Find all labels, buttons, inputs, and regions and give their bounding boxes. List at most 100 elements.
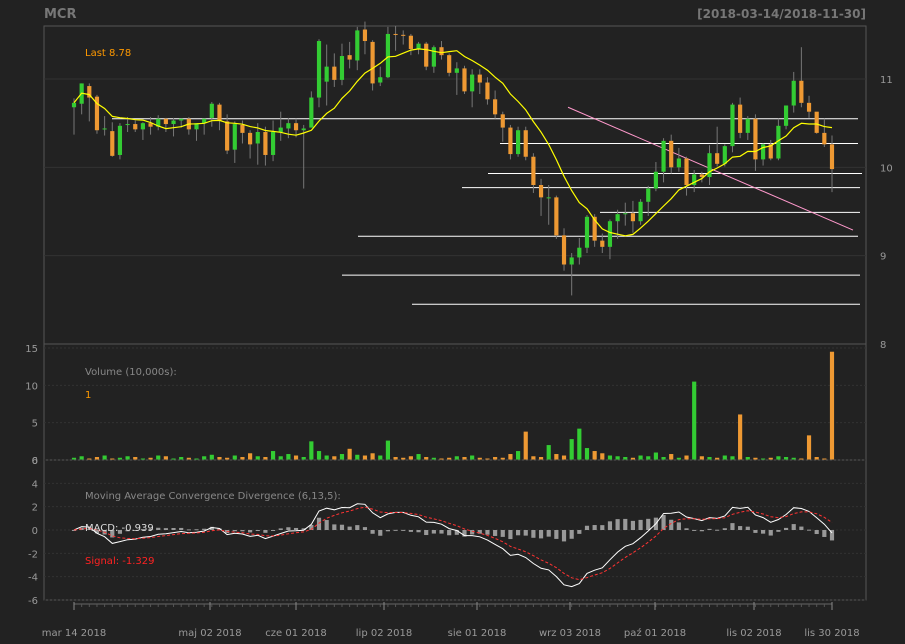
macd-histogram-bar [485, 530, 490, 535]
candle-body [316, 41, 322, 98]
macd-histogram-bar [822, 530, 827, 537]
chart-root: MCR [2018-03-14/2018-11-30] 8 9 10 11 0 5 10 1… [0, 0, 905, 644]
candle-body [439, 47, 444, 56]
price-tick-label: 8 [880, 340, 886, 351]
candle-body [447, 55, 452, 73]
macd-histogram-bar [768, 530, 773, 536]
candle-body [278, 127, 283, 132]
candle-body [584, 216, 590, 248]
macd-histogram-bar [584, 525, 590, 530]
candle-body [401, 34, 406, 36]
macd-histogram-bar [592, 525, 597, 530]
x-tick-label: sie 01 2018 [448, 628, 507, 639]
candle-body [240, 124, 245, 133]
macd-histogram-bar [263, 530, 268, 533]
x-tick-label: lip 02 2018 [356, 628, 412, 639]
x-tick-label: lis 30 2018 [804, 628, 859, 639]
volume-bar [202, 456, 207, 460]
macd-histogram-bar [738, 526, 743, 530]
candle-body [722, 146, 727, 164]
candle-body [133, 124, 138, 130]
macd-histogram-bar [278, 528, 283, 530]
candle-body [393, 33, 398, 35]
candle-body [523, 130, 528, 157]
candle-body [561, 235, 567, 265]
macd-histogram-bar [538, 530, 544, 539]
candle-body [102, 128, 107, 130]
candle-body [324, 66, 329, 82]
volume-bar [569, 439, 574, 460]
x-tick-label: maj 02 2018 [178, 628, 241, 639]
volume-bar [79, 456, 84, 460]
macd-histogram-bar [722, 528, 727, 530]
candle-body [293, 123, 299, 131]
price-tick-label: 10 [880, 163, 893, 174]
macd-histogram-bar [232, 530, 237, 532]
macd-histogram-bar [286, 527, 291, 530]
candle-body [546, 197, 551, 199]
macd-histogram-bar [186, 529, 191, 531]
macd-histogram-bar [761, 530, 766, 534]
volume-bar [607, 455, 613, 460]
macd-histogram-bar [753, 530, 758, 533]
x-tick-label: mar 14 2018 [42, 628, 107, 639]
candle-body [309, 97, 314, 128]
macd-histogram-bar [692, 529, 697, 531]
volume-bar [584, 448, 590, 460]
macd-histogram-bar [508, 530, 513, 540]
volume-bar [561, 455, 567, 460]
volume-bar [722, 455, 727, 460]
volume-bar [293, 455, 299, 460]
candle-body [477, 74, 482, 83]
volume-tick-label: 15 [25, 344, 38, 355]
volume-bar [362, 455, 368, 460]
macd-histogram-bar [362, 527, 368, 530]
volume-bar [546, 445, 551, 460]
candle-body [263, 132, 268, 155]
macd-tick-label: 2 [32, 503, 38, 514]
volume-bar [692, 381, 697, 460]
x-tick-label: wrz 03 2018 [539, 628, 601, 639]
volume-bar [102, 455, 107, 460]
candle-body [822, 132, 827, 145]
candle-body [554, 197, 559, 236]
candle-body [676, 158, 681, 168]
volume-bar [577, 428, 582, 460]
macd-title: Moving Average Convergence Divergence (6… [85, 491, 341, 502]
macd-histogram-bar [500, 530, 505, 537]
candle-body [248, 132, 253, 145]
macd-histogram-bar [638, 519, 643, 530]
volume-bar [232, 455, 237, 460]
candle-body [408, 35, 413, 49]
volume-bar [776, 456, 781, 460]
macd-histogram-bar [607, 521, 613, 530]
volume-bar [324, 455, 329, 460]
candle-body [431, 47, 436, 67]
volume-bar [163, 456, 168, 460]
macd-histogram-bar [684, 528, 689, 530]
macd-histogram-bar [439, 530, 444, 534]
macd-histogram-bar [171, 528, 176, 530]
macd-histogram-bar [270, 530, 276, 531]
candle-body [301, 128, 306, 131]
candle-body [669, 140, 674, 168]
macd-histogram-bar [806, 529, 812, 531]
candle-body [370, 41, 375, 84]
macd-histogram-bar [240, 530, 245, 532]
candle-body [607, 221, 613, 247]
candle-body [454, 68, 459, 73]
macd-tick-label: 6 [32, 456, 38, 467]
macd-histogram-bar [799, 526, 804, 530]
volume-bar [309, 441, 314, 460]
macd-histogram-bar [676, 522, 681, 530]
macd-histogram-bar [424, 530, 429, 536]
candle-body [347, 55, 352, 60]
candle-body [615, 214, 620, 222]
candle-body [791, 80, 796, 106]
candle-body [623, 213, 628, 215]
chart-title: MCR [44, 7, 77, 22]
volume-bar [125, 456, 130, 460]
macd-histogram-bar [561, 530, 567, 542]
macd-histogram-bar [355, 525, 360, 530]
volume-bar [531, 456, 536, 460]
